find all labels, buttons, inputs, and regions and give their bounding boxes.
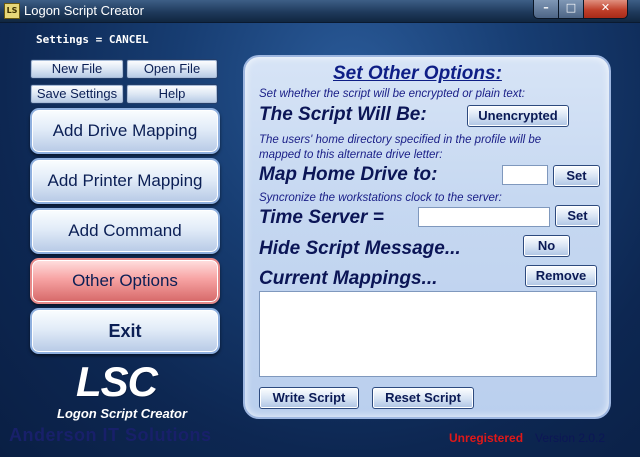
help-button[interactable]: Help: [126, 84, 218, 104]
add-command-button[interactable]: Add Command: [30, 208, 220, 254]
save-settings-button[interactable]: Save Settings: [30, 84, 124, 104]
home-drive-set-button[interactable]: Set: [553, 165, 600, 187]
encryption-toggle-button[interactable]: Unencrypted: [467, 105, 569, 127]
time-server-label: Time Server =: [259, 207, 384, 228]
maximize-button[interactable]: □: [558, 0, 584, 19]
panel-heading: Set Other Options:: [333, 63, 502, 84]
app-icon: LS: [4, 3, 20, 19]
add-drive-mapping-button[interactable]: Add Drive Mapping: [30, 108, 220, 154]
app-window: LS Logon Script Creator – □ ✕ Settings =…: [0, 0, 640, 457]
registration-status: Unregistered: [449, 431, 524, 445]
hide-script-message-toggle[interactable]: No: [523, 235, 570, 257]
time-server-input[interactable]: [418, 207, 550, 227]
write-script-button[interactable]: Write Script: [259, 387, 359, 409]
current-mappings-label: Current Mappings...: [259, 268, 438, 289]
title-bar[interactable]: LS Logon Script Creator – □ ✕: [0, 0, 640, 23]
version-label: Version 2.0.2: [535, 431, 606, 445]
time-server-hint: Syncronize the workstations clock to the…: [259, 192, 502, 204]
time-server-set-button[interactable]: Set: [555, 205, 600, 227]
new-file-button[interactable]: New File: [30, 59, 124, 79]
reset-script-button[interactable]: Reset Script: [372, 387, 474, 409]
home-drive-hint-line2: mapped to this alternate drive letter:: [259, 149, 443, 161]
add-printer-mapping-button[interactable]: Add Printer Mapping: [30, 158, 220, 204]
minimize-button[interactable]: –: [533, 0, 559, 19]
company-name: Anderson IT Solutions: [9, 425, 212, 445]
home-drive-label: Map Home Drive to:: [259, 164, 438, 185]
open-file-button[interactable]: Open File: [126, 59, 218, 79]
close-button[interactable]: ✕: [583, 0, 628, 19]
exit-button[interactable]: Exit: [30, 308, 220, 354]
current-mappings-list[interactable]: [259, 291, 597, 377]
home-drive-hint-line1: The users' home directory specified in t…: [259, 134, 542, 146]
other-options-button[interactable]: Other Options: [30, 258, 220, 304]
remove-mapping-button[interactable]: Remove: [525, 265, 597, 287]
hide-script-message-label: Hide Script Message...: [259, 238, 461, 259]
lsc-logo: LSC: [76, 358, 158, 405]
settings-status-text: Settings = CANCEL: [36, 33, 149, 46]
window-title: Logon Script Creator: [24, 3, 144, 18]
logo-subtitle: Logon Script Creator: [57, 406, 188, 421]
home-drive-input[interactable]: [502, 165, 548, 185]
encryption-hint: Set whether the script will be encrypted…: [259, 88, 525, 100]
script-mode-label: The Script Will Be:: [259, 104, 427, 125]
